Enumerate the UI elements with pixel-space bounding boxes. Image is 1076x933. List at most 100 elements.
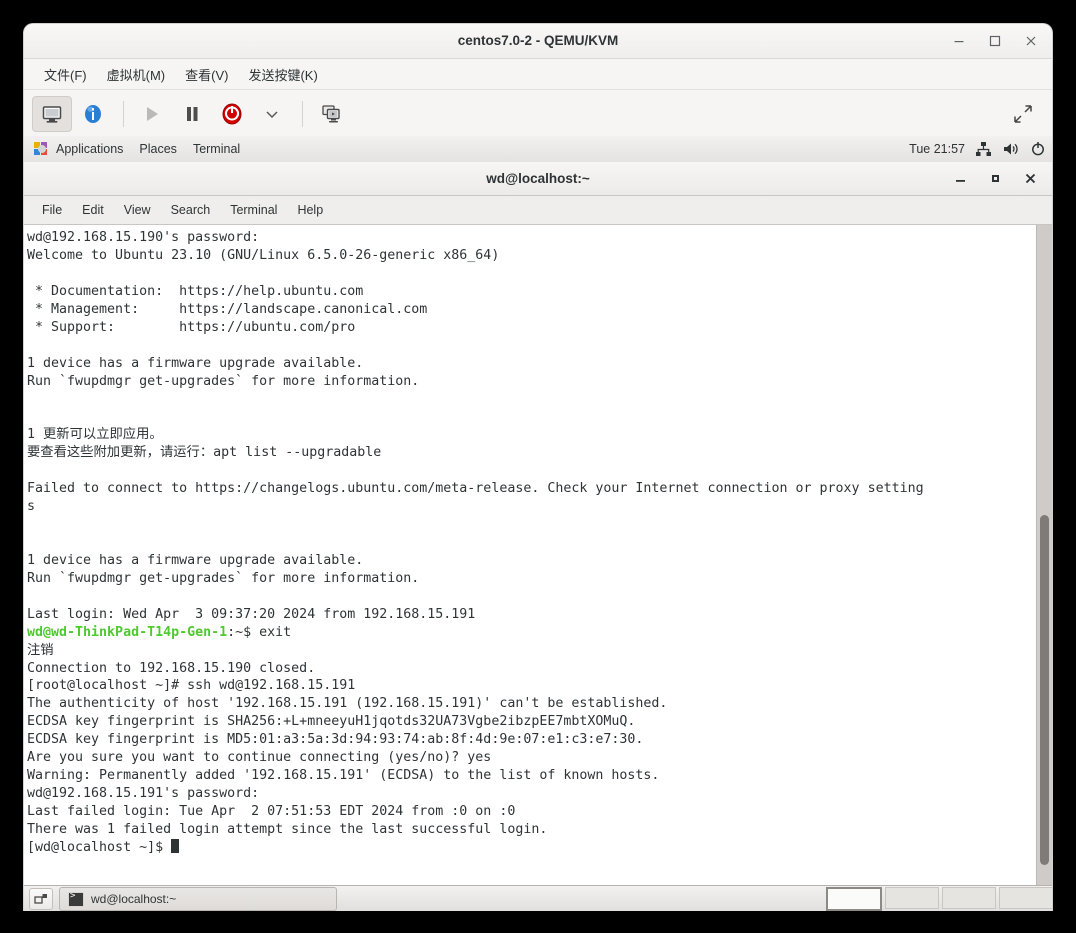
scrollbar-thumb[interactable]	[1040, 515, 1049, 865]
term-menu-search[interactable]: Search	[161, 200, 221, 220]
terminal-scrollbar[interactable]	[1036, 225, 1052, 887]
maximize-icon	[989, 35, 1001, 47]
expand-arrows-icon	[1014, 104, 1032, 123]
window-controls	[948, 24, 1042, 58]
virt-manager-window: centos7.0-2 - QEMU/KVM 文件(F) 虚拟机(M) 查看(V…	[24, 24, 1052, 911]
panel-clock[interactable]: Tue 21:57	[909, 142, 965, 156]
terminal-maximize-button[interactable]	[985, 169, 1005, 189]
gnome-bottom-taskbar: wd@localhost:~	[24, 885, 1052, 911]
pause-button[interactable]	[173, 97, 211, 131]
power-icon-button[interactable]	[1030, 141, 1046, 157]
show-desktop-icon	[34, 893, 47, 904]
terminal-body[interactable]: wd@192.168.15.190's password: Welcome to …	[24, 225, 1052, 887]
term-menu-edit[interactable]: Edit	[72, 200, 114, 220]
shutdown-button[interactable]	[213, 97, 251, 131]
snapshots-button[interactable]	[312, 97, 350, 131]
terminal-line: wd@192.168.15.191's password:	[27, 786, 260, 802]
term-menu-file[interactable]: File	[32, 200, 72, 220]
taskbar-item-terminal[interactable]: wd@localhost:~	[59, 887, 337, 911]
gnome-top-panel: Applications Places Terminal Tue 21:57	[24, 136, 1052, 163]
gnome-foot-icon	[34, 141, 49, 157]
show-desktop-button[interactable]	[29, 888, 53, 910]
taskbar-item-label: wd@localhost:~	[91, 892, 177, 906]
screen-background	[0, 911, 1076, 933]
terminal-line: ECDSA key fingerprint is MD5:01:a3:5a:3d…	[27, 732, 644, 748]
terminal-minimize-button[interactable]	[950, 169, 970, 189]
virt-manager-toolbar	[24, 90, 1052, 138]
pause-icon	[187, 106, 198, 121]
terminal-line: 1 更新可以立即应用。	[27, 427, 163, 443]
terminal-window-controls	[950, 162, 1040, 195]
minimize-button[interactable]	[948, 30, 970, 52]
menu-virtual-machine[interactable]: 虚拟机(M)	[99, 62, 174, 87]
terminal-line: wd@wd-ThinkPad-T14p-Gen-1:~$ exit	[27, 624, 292, 640]
menu-places[interactable]: Places	[131, 140, 185, 158]
guest-console-screen[interactable]: Applications Places Terminal Tue 21:57 w…	[24, 136, 1052, 911]
network-icon	[976, 142, 991, 156]
close-button[interactable]	[1020, 30, 1042, 52]
close-icon	[1026, 36, 1036, 46]
terminal-titlebar: wd@localhost:~	[24, 162, 1052, 196]
menu-applications[interactable]: Applications	[32, 140, 131, 159]
term-menu-view[interactable]: View	[114, 200, 161, 220]
terminal-line: 1 device has a firmware upgrade availabl…	[27, 552, 364, 568]
power-icon	[1032, 142, 1044, 156]
terminal-line: 1 device has a firmware upgrade availabl…	[27, 355, 364, 371]
play-icon	[147, 106, 158, 121]
menu-file[interactable]: 文件(F)	[36, 62, 95, 87]
close-icon	[1025, 173, 1035, 184]
fullscreen-button[interactable]	[1008, 99, 1038, 129]
terminal-line: [root@localhost ~]# ssh wd@192.168.15.19…	[27, 678, 356, 694]
console-view-button[interactable]	[32, 95, 72, 132]
terminal-line: Last failed login: Tue Apr 2 07:51:53 ED…	[27, 804, 516, 819]
terminal-line: Warning: Permanently added '192.168.15.1…	[27, 768, 660, 784]
terminal-close-button[interactable]	[1020, 169, 1040, 189]
term-menu-terminal[interactable]: Terminal	[220, 200, 287, 220]
workspace-1[interactable]	[826, 887, 882, 911]
workspace-4[interactable]	[999, 887, 1052, 909]
monitor-icon	[42, 105, 62, 123]
screens-icon	[322, 104, 340, 122]
terminal-cursor	[171, 838, 180, 853]
workspace-2[interactable]	[885, 887, 939, 909]
panel-status-area: Tue 21:57	[909, 136, 1046, 162]
volume-icon-button[interactable]	[1002, 141, 1020, 157]
network-icon-button[interactable]	[975, 141, 992, 157]
maximize-button[interactable]	[984, 30, 1006, 52]
menu-send-key[interactable]: 发送按键(K)	[240, 62, 325, 87]
menu-terminal[interactable]: Terminal	[185, 140, 248, 158]
minimize-icon	[955, 180, 965, 182]
terminal-line: Welcome to Ubuntu 23.10 (GNU/Linux 6.5.0…	[27, 247, 500, 263]
terminal-line: [wd@localhost ~]$	[27, 838, 1036, 857]
volume-icon	[1004, 143, 1018, 155]
terminal-title: wd@localhost:~	[486, 171, 590, 186]
terminal-line: Failed to connect to https://changelogs.…	[27, 481, 924, 497]
terminal-output[interactable]: wd@192.168.15.190's password: Welcome to …	[24, 225, 1036, 887]
term-menu-help[interactable]: Help	[287, 200, 333, 220]
terminal-line: Connection to 192.168.15.190 closed.	[27, 660, 316, 676]
window-title: centos7.0-2 - QEMU/KVM	[457, 33, 619, 48]
terminal-line: 要查看这些附加更新，请运行：apt list --upgradable	[27, 445, 382, 461]
applications-label: Applications	[56, 142, 124, 156]
terminal-icon	[68, 891, 84, 907]
virt-manager-titlebar: centos7.0-2 - QEMU/KVM	[24, 24, 1052, 59]
workspace-3[interactable]	[942, 887, 996, 909]
terminal-line: There was 1 failed login attempt since t…	[27, 821, 548, 837]
virt-manager-menubar: 文件(F) 虚拟机(M) 查看(V) 发送按键(K)	[24, 59, 1052, 90]
info-icon	[85, 104, 101, 123]
maximize-icon	[991, 175, 999, 182]
menu-view[interactable]: 查看(V)	[177, 62, 236, 87]
terminal-line: 注销	[27, 642, 54, 658]
terminal-prompt-user-host: wd@wd-ThinkPad-T14p-Gen-1	[27, 624, 228, 640]
shutdown-options-button[interactable]	[253, 97, 291, 131]
run-button	[133, 97, 171, 131]
vm-details-button[interactable]	[74, 97, 112, 131]
minimize-icon	[954, 41, 964, 43]
